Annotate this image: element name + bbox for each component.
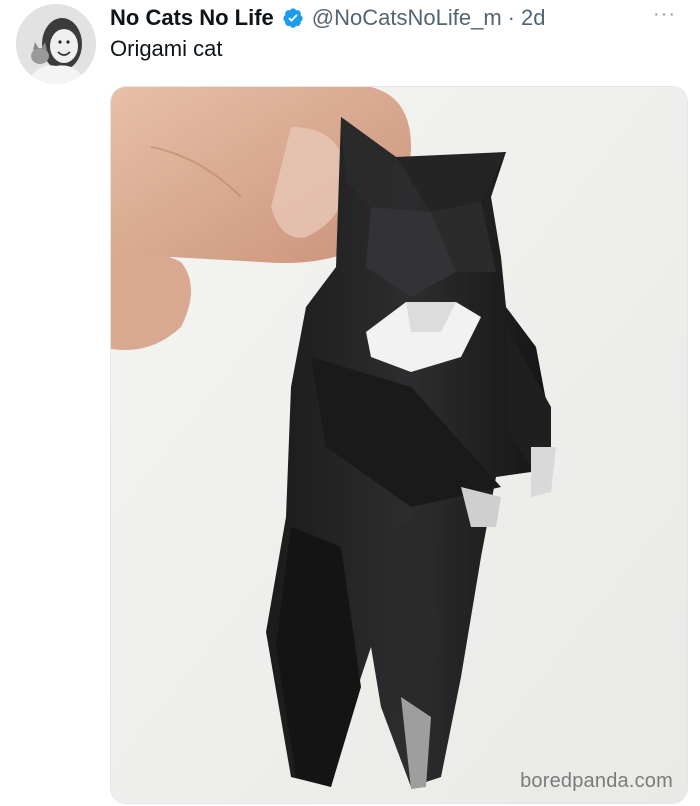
timestamp[interactable]: 2d bbox=[521, 5, 545, 31]
display-name[interactable]: No Cats No Life bbox=[110, 5, 274, 31]
origami-cat-photo bbox=[111, 87, 687, 803]
watermark: boredpanda.com bbox=[520, 770, 673, 792]
avatar-image bbox=[16, 4, 96, 84]
tweet-media[interactable]: boredpanda.com bbox=[110, 86, 688, 804]
tweet-header: No Cats No Life @NoCatsNoLife_m · 2d bbox=[110, 2, 672, 34]
avatar[interactable] bbox=[16, 4, 96, 84]
user-handle[interactable]: @NoCatsNoLife_m bbox=[312, 5, 502, 31]
verified-badge-icon bbox=[282, 7, 304, 29]
more-options-icon[interactable]: ··· bbox=[653, 4, 676, 24]
separator-dot: · bbox=[507, 5, 515, 30]
tweet-text: Origami cat bbox=[110, 36, 223, 61]
